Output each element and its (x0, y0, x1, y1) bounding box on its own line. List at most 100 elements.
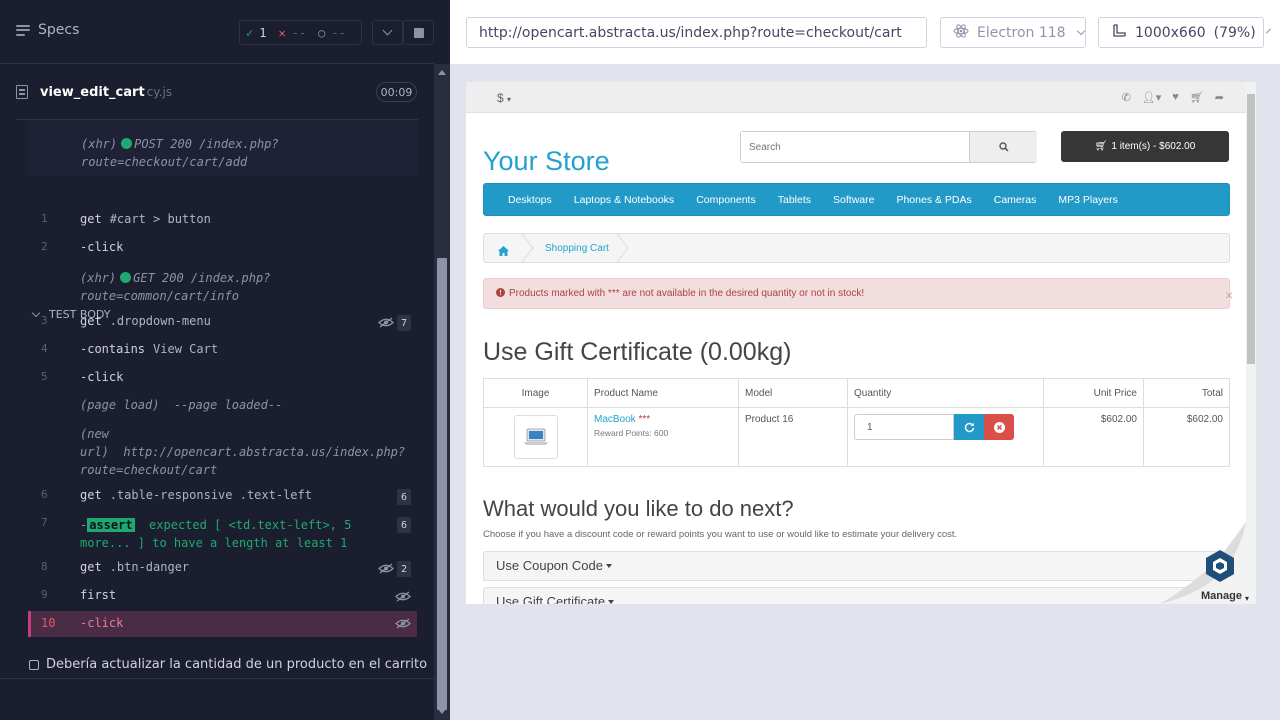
browser-selector[interactable]: Electron 118 (940, 17, 1086, 48)
top-links: ✆ 👤︎▾ ♥ 🛒︎ ➦ (1122, 91, 1224, 104)
x-icon: ✕ (278, 25, 286, 40)
update-button[interactable] (954, 414, 984, 440)
toggle-auto-scroll-button[interactable] (372, 20, 403, 45)
url-bar[interactable]: http://opencart.abstracta.us/index.php?r… (466, 17, 927, 48)
reward-points: Reward Points: 600 (594, 428, 669, 438)
currency-dropdown[interactable]: $ ▾ (497, 91, 511, 105)
reporter-header: Specs ✓ 1 ✕ -- ○ -- (0, 0, 434, 64)
circle-icon: ○ (318, 25, 326, 40)
table-header-row: Image Product Name Model Quantity Unit P… (483, 378, 1230, 408)
element-count-badge: 6 (397, 517, 411, 533)
failed-stat: ✕ -- (278, 25, 307, 40)
quantity-cell (847, 407, 1044, 467)
stop-icon (413, 27, 424, 38)
total-cell: $602.00 (1143, 407, 1230, 467)
previous-xhr-log[interactable]: (xhr) POST 200 /index.php? route=checkout… (28, 120, 417, 176)
product-name-cell: MacBook *** Reward Points: 600 (587, 407, 739, 467)
product-image-cell (483, 407, 588, 467)
command-row-active[interactable]: 10 -click (28, 611, 417, 637)
menu-icon (16, 24, 30, 36)
stop-button[interactable] (403, 20, 434, 45)
phone-icon[interactable]: ✆ (1122, 91, 1131, 104)
cart-button[interactable]: 🛒︎ 1 item(s) - $602.00 (1061, 131, 1229, 162)
cart-icon[interactable]: 🛒︎ (1190, 91, 1204, 104)
aut-iframe: $ ▾ ✆ 👤︎▾ ♥ 🛒︎ ➦ Your Store 🛒︎ 1 (466, 82, 1256, 604)
element-count-badge: 6 (397, 489, 411, 505)
menu-item-mp3[interactable]: MP3 Players (1048, 194, 1130, 206)
close-icon[interactable]: × (1225, 287, 1233, 303)
refresh-icon (964, 422, 974, 432)
menu-item-tablets[interactable]: Tablets (768, 194, 823, 206)
category-menu: Desktops Laptops & Notebooks Components … (483, 183, 1230, 216)
caret-down-icon (608, 600, 615, 604)
menu-item-cameras[interactable]: Cameras (984, 194, 1049, 206)
home-icon[interactable] (498, 243, 509, 261)
unit-price-cell: $602.00 (1043, 407, 1144, 467)
product-thumbnail[interactable] (513, 415, 558, 459)
viewport-info[interactable]: 1000x660 (79%) (1098, 17, 1271, 48)
out-of-stock-marker: *** (638, 414, 651, 425)
menu-item-components[interactable]: Components (686, 194, 768, 206)
stock-alert: Products marked with *** are not availab… (483, 278, 1233, 309)
breadcrumb-shopping-cart[interactable]: Shopping Cart (545, 243, 609, 254)
electron-icon (953, 23, 969, 43)
check-icon: ✓ (246, 25, 254, 40)
reporter-scrollbar[interactable] (434, 64, 450, 720)
menu-item-software[interactable]: Software (823, 194, 886, 206)
menu-item-desktops[interactable]: Desktops (498, 194, 564, 206)
hidden-eye-icon (395, 618, 411, 629)
times-circle-icon (993, 421, 1005, 433)
hidden-eye-icon (395, 591, 411, 602)
test-stats: ✓ 1 ✕ -- ○ -- (239, 20, 362, 45)
chevron-down-icon (1265, 28, 1271, 33)
column-header: Total (1143, 378, 1230, 408)
assert-tag: assert (87, 518, 135, 532)
test-title[interactable]: Debería actualizar la cantidad de un pro… (29, 657, 427, 672)
hidden-eye-icon (378, 563, 394, 574)
menu-item-laptops[interactable]: Laptops & Notebooks (564, 194, 686, 206)
cart-icon: 🛒︎ (1094, 141, 1108, 152)
accordion-coupon[interactable]: Use Coupon Code (483, 551, 1230, 581)
accordion-gift-certificate[interactable]: Use Gift Certificate (483, 587, 1230, 604)
spec-duration: 00:09 (376, 82, 417, 102)
spec-extension: cy.js (146, 85, 173, 99)
specs-button[interactable]: Specs (16, 22, 79, 38)
manage-label[interactable]: Manage (1201, 590, 1242, 602)
search-button[interactable] (970, 132, 1037, 162)
passed-stat: ✓ 1 (246, 25, 267, 40)
scroll-up-icon (438, 70, 446, 75)
column-header: Quantity (847, 378, 1044, 408)
product-link[interactable]: MacBook (594, 414, 636, 425)
column-header: Image (483, 378, 588, 408)
share-icon[interactable]: ➦ (1215, 91, 1224, 104)
next-heading: What would you like to do next? (483, 496, 794, 521)
menu-item-phones[interactable]: Phones & PDAs (886, 194, 983, 206)
heart-icon[interactable]: ♥ (1172, 91, 1179, 104)
aut-header: http://opencart.abstracta.us/index.php?r… (450, 0, 1280, 64)
cart-heading: Use Gift Certificate (0.00kg) (483, 338, 792, 366)
chevron-down-icon (382, 25, 393, 36)
cypress-runner: Specs ✓ 1 ✕ -- ○ -- view_edit_cart cy.js 00… (0, 0, 1280, 720)
specs-label: Specs (38, 22, 80, 38)
breadcrumb-separator (522, 234, 534, 262)
next-description: Choose if you have a discount code or re… (483, 529, 958, 540)
store-logo[interactable]: Your Store (483, 146, 610, 177)
table-row: MacBook *** Reward Points: 600 Product 1… (483, 407, 1230, 467)
caret-down-icon (31, 308, 41, 317)
element-count-badge: 2 (397, 561, 411, 577)
quantity-input[interactable] (854, 414, 954, 440)
exclamation-circle-icon (496, 287, 505, 300)
aut-panel: http://opencart.abstracta.us/index.php?r… (450, 0, 1280, 720)
reporter-panel: Specs ✓ 1 ✕ -- ○ -- view_edit_cart cy.js 00… (0, 0, 450, 720)
scroll-thumb[interactable] (437, 258, 447, 710)
remove-button[interactable] (984, 414, 1014, 440)
user-icon[interactable]: 👤︎▾ (1142, 91, 1162, 104)
search-group (740, 131, 1037, 163)
caret-down-icon (605, 564, 612, 568)
model-cell: Product 16 (738, 407, 848, 467)
column-header: Unit Price (1043, 378, 1144, 408)
spec-title: view_edit_cart cy.js (16, 79, 418, 105)
scroll-thumb[interactable] (1247, 94, 1255, 364)
search-input[interactable] (741, 132, 970, 162)
store-topbar: $ ▾ ✆ 👤︎▾ ♥ 🛒︎ ➦ (466, 82, 1246, 113)
